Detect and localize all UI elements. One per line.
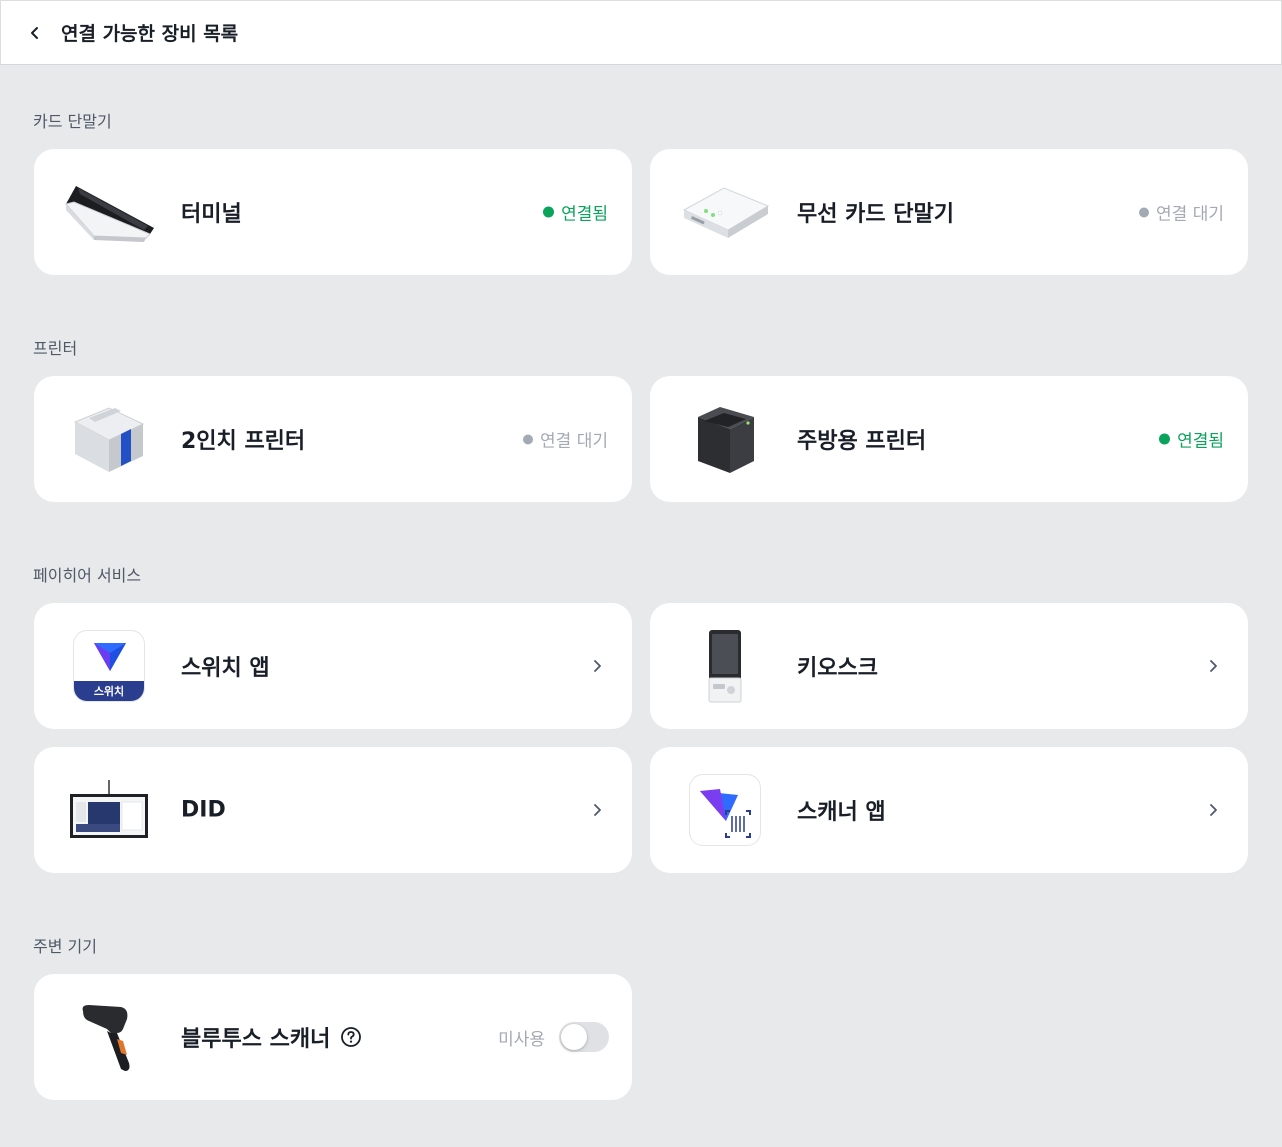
section-label-peripheral: 주변 기기 — [33, 937, 97, 956]
device-card-2inch-printer[interactable]: 2인치 프린터 연결 대기 — [34, 376, 632, 502]
device-name: 무선 카드 단말기 — [797, 202, 954, 227]
status-badge: 연결 대기 — [1139, 200, 1224, 225]
service-card-switch-app[interactable]: 스위치 스위치 앱 — [34, 603, 632, 729]
wireless-card-reader-image — [680, 172, 770, 252]
service-card-did[interactable]: DID — [34, 747, 632, 873]
device-name: 블루투스 스캐너 — [181, 1027, 331, 1052]
device-card-bluetooth-scanner: 블루투스 스캐너 미사용 — [34, 974, 632, 1100]
status-text: 연결됨 — [1177, 431, 1224, 452]
chevron-right-icon — [590, 803, 604, 817]
receipt-printer-image — [64, 399, 154, 479]
usage-toggle-group: 미사용 — [498, 1022, 609, 1052]
service-card-scanner-app[interactable]: 스캐너 앱 — [650, 747, 1248, 873]
status-text: 연결 대기 — [1156, 204, 1224, 225]
chevron-left-icon — [31, 26, 38, 39]
service-name: DID — [181, 797, 226, 823]
device-name: 주방용 프린터 — [797, 429, 927, 454]
page-title: 연결 가능한 장비 목록 — [61, 23, 239, 45]
did-display-image — [64, 770, 154, 850]
switch-app-icon: 스위치 — [73, 630, 145, 702]
service-card-kiosk[interactable]: 키오스크 — [650, 603, 1248, 729]
device-name-row: 블루투스 스캐너 — [181, 1021, 362, 1053]
device-card-terminal[interactable]: 터미널 연결됨 — [34, 149, 632, 275]
status-text: 연결됨 — [561, 204, 608, 225]
status-text: 연결 대기 — [540, 431, 608, 452]
status-badge: 연결 대기 — [523, 427, 608, 452]
section-label-printer: 프린터 — [33, 339, 78, 358]
device-name: 터미널 — [181, 202, 242, 227]
switch-app-badge: 스위치 — [74, 681, 144, 701]
barcode-scanner-image — [64, 997, 154, 1077]
scanner-app-thumb — [680, 770, 770, 850]
chevron-right-icon — [1206, 803, 1220, 817]
toggle-knob — [561, 1024, 587, 1050]
switch-app-thumb: 스위치 — [64, 626, 154, 706]
status-dot — [543, 206, 555, 218]
top-bar: 연결 가능한 장비 목록 — [0, 0, 1282, 65]
status-dot — [523, 434, 534, 444]
device-name: 2인치 프린터 — [181, 429, 306, 454]
section-label-payhere-service: 페이히어 서비스 — [33, 566, 142, 585]
service-name: 스위치 앱 — [181, 656, 270, 681]
bluetooth-scanner-toggle[interactable] — [559, 1022, 609, 1052]
chevron-right-icon — [590, 659, 604, 673]
status-dot — [1159, 433, 1171, 445]
device-card-kitchen-printer[interactable]: 주방용 프린터 연결됨 — [650, 376, 1248, 502]
toggle-label: 미사용 — [498, 1029, 545, 1050]
service-name: 키오스크 — [797, 656, 878, 681]
kiosk-image — [680, 626, 770, 706]
status-badge: 연결됨 — [1159, 427, 1224, 452]
chevron-right-icon — [1206, 659, 1220, 673]
card-terminal-image — [64, 172, 154, 252]
scanner-app-icon — [689, 774, 761, 846]
section-label-card-terminal: 카드 단말기 — [33, 112, 112, 131]
back-button[interactable] — [13, 11, 57, 55]
help-icon[interactable] — [340, 1026, 362, 1048]
service-name: 스캐너 앱 — [797, 800, 886, 825]
device-card-wireless-terminal[interactable]: 무선 카드 단말기 연결 대기 — [650, 149, 1248, 275]
status-badge: 연결됨 — [543, 200, 608, 225]
kitchen-printer-image — [680, 399, 770, 479]
status-dot — [1139, 207, 1150, 217]
